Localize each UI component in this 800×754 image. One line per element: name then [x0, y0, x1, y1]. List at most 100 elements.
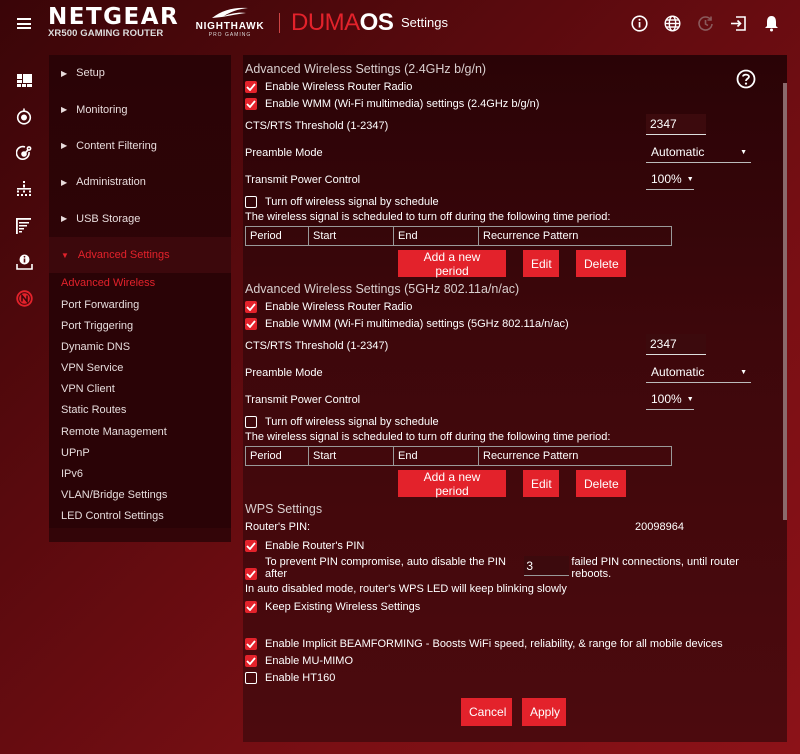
- delete-period-5-button[interactable]: Delete: [576, 470, 626, 497]
- bell-icon[interactable]: [762, 14, 780, 32]
- transmit-power-5-select[interactable]: 100% ▼: [646, 389, 694, 410]
- subnav-port-forwarding[interactable]: Port Forwarding: [49, 295, 231, 316]
- subnav-led-control[interactable]: LED Control Settings: [49, 506, 231, 527]
- sidebar-item-label: Advanced Settings: [77, 249, 170, 262]
- failed-pin-count-input[interactable]: [524, 556, 570, 576]
- enable-wmm-24-checkbox[interactable]: [245, 97, 257, 110]
- subnav-port-triggering[interactable]: Port Triggering: [49, 316, 231, 337]
- sidebar-item-monitoring[interactable]: ▶ Monitoring: [49, 91, 231, 127]
- checkbox-label: Turn off wireless signal by schedule: [265, 195, 439, 208]
- apply-button[interactable]: Apply: [522, 698, 566, 726]
- preamble-mode-24-select[interactable]: Automatic ▼: [646, 142, 751, 163]
- subnav-advanced-wireless[interactable]: Advanced Wireless: [49, 273, 231, 294]
- schedule-note: The wireless signal is scheduled to turn…: [245, 211, 611, 223]
- router-pin-value: 20098964: [635, 520, 684, 533]
- cancel-button[interactable]: Cancel: [461, 698, 512, 726]
- logout-icon[interactable]: [729, 14, 747, 32]
- sidebar-item-usb-storage[interactable]: ▶ USB Storage: [49, 201, 231, 237]
- main-panel: Advanced Wireless Settings (2.4GHz b/g/n…: [243, 55, 787, 742]
- column-header: Start: [308, 446, 394, 466]
- column-header: End: [393, 446, 479, 466]
- checkbox-label: Enable WMM (Wi-Fi multimedia) settings (…: [265, 97, 540, 110]
- expand-arrow-icon: ▶: [61, 177, 68, 187]
- schedule-table-5: Period Start End Recurrence Pattern: [245, 446, 672, 466]
- os-text: OS: [359, 9, 394, 36]
- admin-icon[interactable]: [10, 244, 38, 280]
- checkbox-label: Turn off wireless signal by schedule: [265, 415, 439, 428]
- beamforming-checkbox[interactable]: [245, 637, 257, 650]
- ht160-checkbox[interactable]: [245, 671, 257, 684]
- monitoring-icon[interactable]: [10, 98, 38, 134]
- sidebar-item-label: Administration: [76, 176, 146, 189]
- auto-disable-pin-checkbox[interactable]: [245, 568, 257, 580]
- checkbox-label-suffix: failed PIN connections, until router reb…: [571, 556, 739, 580]
- checkbox-label: Keep Existing Wireless Settings: [265, 600, 421, 613]
- subnav-remote-management[interactable]: Remote Management: [49, 422, 231, 443]
- section-title-24ghz: Advanced Wireless Settings (2.4GHz b/g/n…: [245, 62, 487, 76]
- section-title-wps: WPS Settings: [245, 502, 323, 516]
- schedule-24-checkbox[interactable]: [245, 195, 257, 208]
- globe-icon[interactable]: [663, 14, 681, 32]
- subnav-static-routes[interactable]: Static Routes: [49, 400, 231, 421]
- schedule-5-checkbox[interactable]: [245, 415, 257, 428]
- checkbox-label: Enable WMM (Wi-Fi multimedia) settings (…: [265, 317, 569, 330]
- transmit-power-24-select[interactable]: 100% ▼: [646, 169, 694, 190]
- router-pin-label: Router's PIN:: [245, 520, 311, 533]
- sidebar-item-label: Monitoring: [76, 103, 128, 116]
- duma-text: DUMA: [291, 9, 360, 36]
- info-icon[interactable]: [630, 14, 648, 32]
- subnav-dynamic-dns[interactable]: Dynamic DNS: [49, 337, 231, 358]
- enable-wmm-5-checkbox[interactable]: [245, 317, 257, 330]
- network-icon[interactable]: [10, 171, 38, 207]
- edit-period-24-button[interactable]: Edit: [523, 250, 559, 277]
- delete-period-24-button[interactable]: Delete: [576, 250, 626, 277]
- menu-icon[interactable]: [17, 18, 31, 29]
- column-header: Start: [308, 226, 394, 246]
- cts-threshold-24-input[interactable]: [646, 114, 706, 135]
- sidebar-nav: ▶ Setup ▶ Monitoring ▶ Content Filtering ▶ A…: [49, 55, 231, 542]
- dropdown-arrow-icon: ▼: [740, 148, 747, 156]
- dashboard-icon[interactable]: [10, 62, 38, 98]
- select-value: 100%: [651, 172, 682, 186]
- add-period-5-button[interactable]: Add a new period: [398, 470, 506, 498]
- sidebar-item-content-filtering[interactable]: ▶ Content Filtering: [49, 128, 231, 164]
- usb-storage-icon[interactable]: [10, 208, 38, 244]
- column-header: Recurrence Pattern: [478, 446, 672, 466]
- preamble-mode-5-select[interactable]: Automatic ▼: [646, 362, 751, 383]
- keep-existing-settings-checkbox[interactable]: [245, 600, 257, 613]
- netgear-icon[interactable]: [10, 280, 38, 316]
- edit-period-5-button[interactable]: Edit: [523, 470, 559, 497]
- refresh-icon[interactable]: [696, 14, 714, 32]
- scrollbar[interactable]: [783, 83, 787, 520]
- dropdown-arrow-icon: ▼: [686, 175, 694, 183]
- sidebar-item-advanced-settings[interactable]: ▼ Advanced Settings: [49, 236, 231, 274]
- brand-logo: NETGEAR XR500 GAMING ROUTER: [48, 5, 179, 39]
- subnav-vlan-bridge[interactable]: VLAN/Bridge Settings: [49, 485, 231, 506]
- enable-radio-5-checkbox[interactable]: [245, 300, 257, 313]
- auto-disable-note: In auto disabled mode, router's WPS LED …: [245, 583, 567, 595]
- advanced-settings-submenu: Advanced Wireless Port Forwarding Port T…: [49, 273, 231, 528]
- sidebar-item-label: Setup: [76, 67, 105, 80]
- subnav-vpn-service[interactable]: VPN Service: [49, 358, 231, 379]
- subnav-vpn-client[interactable]: VPN Client: [49, 379, 231, 400]
- preamble-label: Preamble Mode: [245, 366, 323, 379]
- subnav-ipv6[interactable]: IPv6: [49, 464, 231, 485]
- enable-radio-24-checkbox[interactable]: [245, 80, 257, 93]
- nighthawk-sub: PRO GAMING: [208, 32, 252, 38]
- mu-mimo-checkbox[interactable]: [245, 654, 257, 667]
- sidebar-item-setup[interactable]: ▶ Setup: [49, 55, 231, 91]
- checkbox-label: Enable MU-MIMO: [265, 654, 354, 667]
- expand-arrow-icon: ▶: [61, 214, 68, 224]
- content-filter-icon[interactable]: [10, 135, 38, 171]
- cts-threshold-5-input[interactable]: [646, 334, 706, 355]
- sidebar-item-administration[interactable]: ▶ Administration: [49, 164, 231, 200]
- dropdown-arrow-icon: ▼: [740, 368, 747, 376]
- icon-rail: [10, 62, 38, 317]
- subnav-upnp[interactable]: UPnP: [49, 443, 231, 464]
- add-period-24-button[interactable]: Add a new period: [398, 250, 506, 278]
- column-header: Period: [245, 226, 309, 246]
- power-label: Transmit Power Control: [245, 393, 361, 406]
- enable-router-pin-checkbox[interactable]: [245, 539, 257, 552]
- top-bar: NETGEAR XR500 GAMING ROUTER NIGHTHAWK PR…: [0, 0, 800, 50]
- sidebar-item-label: USB Storage: [76, 212, 141, 225]
